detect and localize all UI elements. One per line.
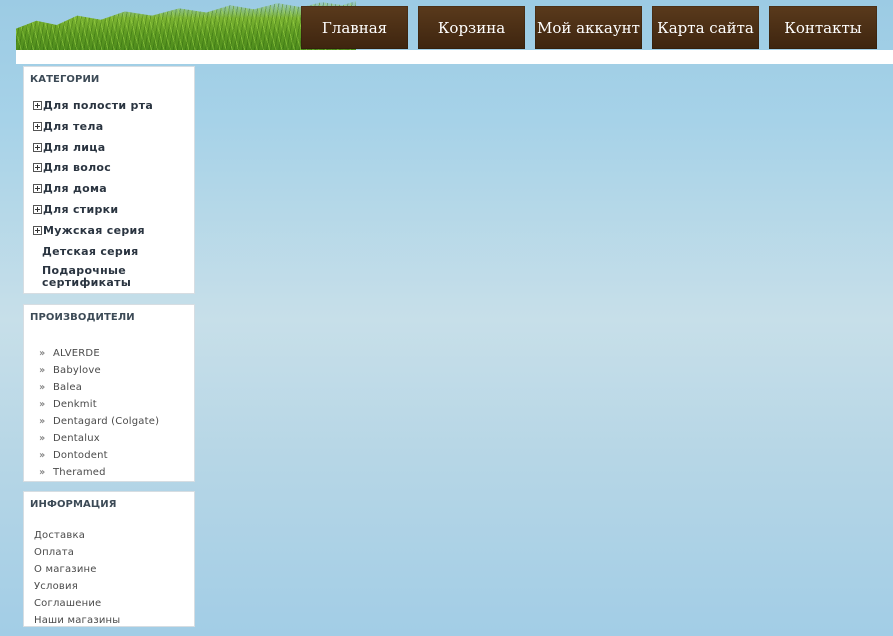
nav-account[interactable]: Мой аккаунт (535, 6, 642, 49)
categories-box: КАТЕГОРИИ Для полости рта Для тела Для л… (23, 66, 195, 294)
header: Главная Корзина Мой аккаунт Карта сайта … (0, 0, 893, 64)
main-nav: Главная Корзина Мой аккаунт Карта сайта … (301, 6, 877, 49)
category-item[interactable]: Детская серия (33, 245, 194, 266)
info-link-stores[interactable]: Наши магазины (34, 612, 194, 629)
manufacturer-label: Babylove (53, 365, 101, 376)
categories-title: КАТЕГОРИИ (30, 74, 100, 85)
double-chevron-right-icon: ›› (39, 467, 45, 478)
nav-cart[interactable]: Корзина (418, 6, 525, 49)
manufacturer-label: Dentagard (Colgate) (53, 416, 160, 427)
category-label: Подарочные сертификаты (42, 264, 132, 290)
category-item[interactable]: Для тела (33, 120, 194, 141)
information-title: ИНФОРМАЦИЯ (30, 499, 117, 510)
information-box: ИНФОРМАЦИЯ Доставка Оплата О магазине Ус… (23, 491, 195, 627)
manufacturers-box: ПРОИЗВОДИТЕЛИ ›› ALVERDE ›› Babylove ›› Bal… (23, 304, 195, 482)
plus-box-icon[interactable] (33, 163, 42, 173)
manufacturer-item[interactable]: ›› Balea (39, 379, 194, 396)
nav-sitemap[interactable]: Карта сайта (652, 6, 759, 49)
plus-box-icon[interactable] (33, 121, 42, 131)
double-chevron-right-icon: ›› (39, 433, 45, 444)
manufacturer-item[interactable]: ›› Babylove (39, 362, 194, 379)
plus-box-icon[interactable] (33, 204, 42, 214)
information-list: Доставка Оплата О магазине Условия Согла… (24, 512, 194, 629)
category-item[interactable]: Для полости рта (33, 99, 194, 120)
double-chevron-right-icon: ›› (39, 365, 45, 376)
manufacturer-label: Theramed (53, 467, 106, 478)
double-chevron-right-icon: ›› (39, 416, 45, 427)
header-bar (16, 50, 893, 64)
category-item[interactable]: Для волос (33, 161, 194, 182)
double-chevron-right-icon: ›› (39, 399, 45, 410)
manufacturer-item[interactable]: ›› Dontodent (39, 447, 194, 464)
category-label: Детская серия (42, 244, 139, 258)
category-label: Для лица (43, 140, 106, 154)
manufacturer-label: Dentalux (53, 433, 100, 444)
plus-box-icon[interactable] (33, 184, 42, 194)
manufacturer-item[interactable]: ›› Theramed (39, 464, 194, 481)
category-label: Мужская серия (43, 223, 145, 237)
double-chevron-right-icon: ›› (39, 382, 45, 393)
manufacturer-item[interactable]: ›› Dentalux (39, 430, 194, 447)
category-item[interactable]: Для дома (33, 182, 194, 203)
category-label: Для полости рта (43, 99, 154, 112)
category-item[interactable]: Подарочные сертификаты (33, 265, 194, 295)
info-link-agreement[interactable]: Соглашение (34, 595, 194, 612)
manufacturers-list: ›› ALVERDE ›› Babylove ›› Balea ›› Denkmit ›… (24, 325, 194, 481)
double-chevron-right-icon: ›› (39, 348, 45, 359)
manufacturer-label: Dontodent (53, 450, 108, 461)
plus-box-icon[interactable] (33, 101, 42, 110)
manufacturer-item[interactable]: ›› ALVERDE (39, 345, 194, 362)
manufacturer-item[interactable]: ›› Denkmit (39, 396, 194, 413)
info-link-terms[interactable]: Условия (34, 578, 194, 595)
manufacturers-title: ПРОИЗВОДИТЕЛИ (30, 312, 135, 323)
info-link-about[interactable]: О магазине (34, 561, 194, 578)
plus-box-icon[interactable] (33, 225, 42, 235)
manufacturer-item[interactable]: ›› Dentagard (Colgate) (39, 413, 194, 430)
nav-home[interactable]: Главная (301, 6, 408, 49)
plus-box-icon[interactable] (33, 142, 42, 152)
manufacturer-label: Denkmit (53, 399, 97, 410)
info-link-delivery[interactable]: Доставка (34, 527, 194, 544)
double-chevron-right-icon: ›› (39, 450, 45, 461)
category-label: Для волос (43, 161, 112, 175)
nav-contacts[interactable]: Контакты (769, 6, 877, 49)
category-item[interactable]: Для стирки (33, 203, 194, 224)
categories-list: Для полости рта Для тела Для лица Для во… (24, 87, 194, 295)
category-label: Для стирки (43, 202, 119, 216)
manufacturer-label: Balea (53, 382, 83, 393)
info-link-payment[interactable]: Оплата (34, 544, 194, 561)
manufacturer-label: ALVERDE (53, 348, 100, 359)
category-item[interactable]: Для лица (33, 141, 194, 162)
category-label: Для дома (43, 182, 108, 196)
category-label: Для тела (43, 119, 104, 133)
category-item[interactable]: Мужская серия (33, 224, 194, 245)
